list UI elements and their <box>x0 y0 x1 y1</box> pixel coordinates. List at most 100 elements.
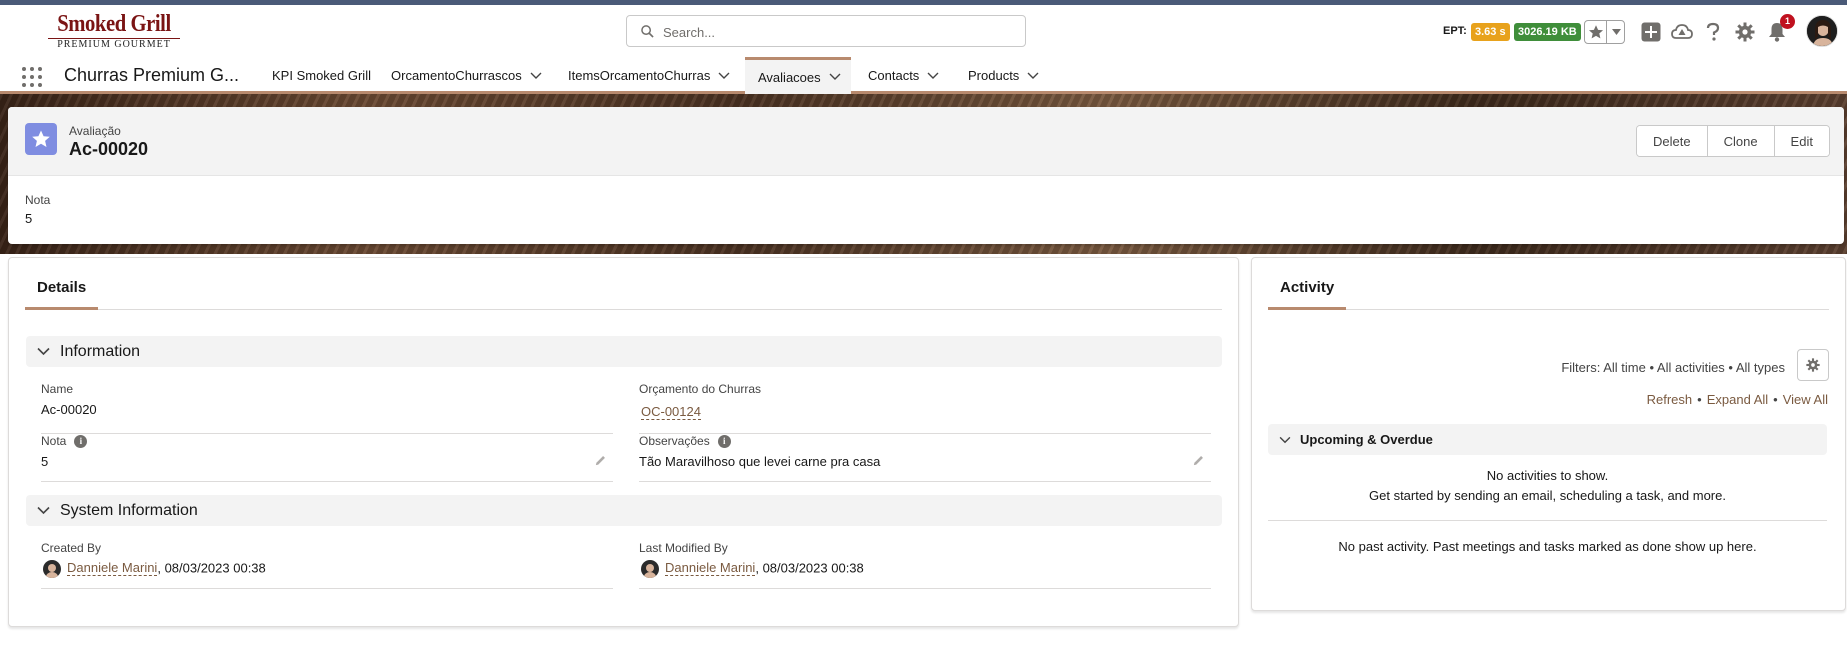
created-by-user-link[interactable]: Danniele Marini <box>67 560 158 577</box>
gear-icon <box>1806 358 1820 372</box>
field-value: Ac-00020 <box>41 402 97 417</box>
field-label: Orçamento do Churras <box>639 382 761 396</box>
field-value: Tão Maravilhoso que levei carne pra casa <box>639 454 881 469</box>
record-title: Ac-00020 <box>69 139 149 159</box>
help-icon[interactable] <box>1702 21 1724 43</box>
created-date: 08/03/2023 00:38 <box>164 560 266 576</box>
upcoming-overdue-title: Upcoming & Overdue <box>1300 432 1433 447</box>
tab-activity[interactable]: Activity <box>1268 275 1347 310</box>
chevron-down-icon[interactable] <box>927 72 939 80</box>
logo-divider <box>48 38 180 39</box>
logo-main-text: Smoked Grill <box>57 11 171 37</box>
field-observacoes: Observações i Tão Maravilhoso que levei c… <box>639 434 1211 482</box>
field-label: Last Modified By <box>639 541 728 555</box>
field-label-text: Created By <box>41 541 102 555</box>
field-label-text: Last Modified By <box>639 541 728 555</box>
last-modified-date: 08/03/2023 00:38 <box>762 560 864 576</box>
search-icon <box>641 25 654 38</box>
nav-item-label: Contacts <box>868 68 920 83</box>
field-value: Danniele Marini, 08/03/2023 00:38 <box>41 560 266 578</box>
section-title: Information <box>60 342 141 360</box>
search-input[interactable] <box>663 22 1013 42</box>
record-header: Avaliação Ac-00020 Delete Clone Edit <box>8 107 1844 176</box>
tab-details[interactable]: Details <box>25 275 99 310</box>
field-last-modified-by: Last Modified By Danniele Marini, 08/03/… <box>639 541 1211 589</box>
field-name: Name Ac-00020 <box>41 382 613 434</box>
global-header: Smoked Grill PREMIUM GOURMET EPT: 3.63 s… <box>0 5 1847 57</box>
field-value: 5 <box>41 454 49 469</box>
highlight-field-label: Nota <box>25 193 51 207</box>
chevron-down-icon[interactable] <box>829 73 841 81</box>
field-label: Created By <box>41 541 101 555</box>
app-navigation-bar: Churras Premium G... KPI Smoked Grill Or… <box>0 57 1847 94</box>
favorites-button[interactable] <box>1584 20 1625 44</box>
activity-divider <box>1268 520 1827 521</box>
orcamento-link[interactable]: OC-00124 <box>641 404 701 420</box>
section-information-header[interactable]: Information <box>26 336 1222 367</box>
global-search[interactable] <box>626 15 1026 47</box>
record-actions: Delete Clone Edit <box>1636 125 1830 157</box>
activity-filters-text: Filters: All time • All activities • All… <box>1561 360 1785 375</box>
ept-label: EPT: <box>1443 25 1467 37</box>
star-icon <box>25 123 57 155</box>
field-value: Danniele Marini, 08/03/2023 00:38 <box>639 560 864 578</box>
expand-all-link[interactable]: Expand All <box>1707 392 1768 407</box>
favorites-star-icon[interactable] <box>1585 21 1607 43</box>
field-label-text: Nota <box>41 434 67 448</box>
chevron-down-icon <box>37 506 50 515</box>
activity-links: Refresh • Expand All • View All <box>1647 392 1828 407</box>
pencil-edit-icon[interactable] <box>1192 454 1205 467</box>
trailhead-icon[interactable] <box>1671 21 1693 43</box>
field-label-text: Name <box>41 382 74 396</box>
app-launcher-icon[interactable] <box>22 67 42 87</box>
clone-button[interactable]: Clone <box>1707 126 1775 156</box>
upcoming-overdue-header[interactable]: Upcoming & Overdue <box>1268 424 1827 455</box>
nav-item-label: ItemsOrcamentoChurras <box>568 68 711 83</box>
activity-tabbar: Activity <box>1268 258 1829 310</box>
view-all-link[interactable]: View All <box>1783 392 1828 407</box>
field-label: Nota i <box>41 434 88 448</box>
nav-item-contacts[interactable]: Contacts <box>868 57 939 94</box>
chevron-down-icon[interactable] <box>718 72 730 80</box>
logo[interactable]: Smoked Grill PREMIUM GOURMET <box>44 11 184 53</box>
field-label-text: Orçamento do Churras <box>639 382 762 396</box>
nav-item-orcamentochurrascos[interactable]: OrcamentoChurrascos <box>391 57 542 94</box>
app-name: Churras Premium G... <box>64 65 240 85</box>
setup-gear-icon[interactable] <box>1734 21 1756 43</box>
section-title: System Information <box>60 501 198 519</box>
edit-button[interactable]: Edit <box>1774 126 1829 156</box>
no-activities-text: No activities to show. <box>1486 468 1609 483</box>
ept-badge: 3.63 s <box>1471 23 1510 41</box>
last-modified-user-link[interactable]: Danniele Marini <box>665 560 756 577</box>
delete-button[interactable]: Delete <box>1637 126 1708 156</box>
nav-item-products[interactable]: Products <box>968 57 1039 94</box>
activity-settings-button[interactable] <box>1797 349 1829 381</box>
info-icon[interactable]: i <box>717 434 731 448</box>
add-icon[interactable] <box>1640 21 1662 43</box>
refresh-link[interactable]: Refresh <box>1647 392 1693 407</box>
nav-item-label: Avaliacoes <box>758 69 821 85</box>
record-highlights-panel: Avaliação Ac-00020 Delete Clone Edit Not… <box>8 107 1844 244</box>
field-value: OC-00124 <box>641 404 701 420</box>
chevron-down-icon[interactable] <box>530 72 542 80</box>
section-system-information-header[interactable]: System Information <box>26 495 1222 526</box>
nav-item-label: KPI Smoked Grill <box>272 68 371 83</box>
field-label: Observações i <box>639 434 731 448</box>
user-avatar-small <box>641 560 659 578</box>
pencil-edit-icon[interactable] <box>594 454 607 467</box>
chevron-down-icon <box>37 347 50 356</box>
chevron-down-icon[interactable] <box>1027 72 1039 80</box>
user-avatar[interactable] <box>1806 15 1838 47</box>
favorites-chevron-down-icon[interactable] <box>1607 21 1625 43</box>
separator-dot: • <box>1773 392 1778 407</box>
info-icon[interactable]: i <box>74 434 88 448</box>
nav-item-kpi-smoked-grill[interactable]: KPI Smoked Grill <box>272 57 371 94</box>
kb-badge: 3026.19 KB <box>1514 23 1581 41</box>
nav-item-itemsorcamentochurras[interactable]: ItemsOrcamentoChurras <box>568 57 730 94</box>
user-avatar-small <box>43 560 61 578</box>
nav-item-avaliacoes[interactable]: Avaliacoes <box>745 57 851 94</box>
get-started-text: Get started by sending an email, schedul… <box>1369 488 1726 503</box>
highlight-field-value: 5 <box>25 211 33 226</box>
chevron-down-icon <box>1279 436 1291 443</box>
field-label: Name <box>41 382 73 396</box>
